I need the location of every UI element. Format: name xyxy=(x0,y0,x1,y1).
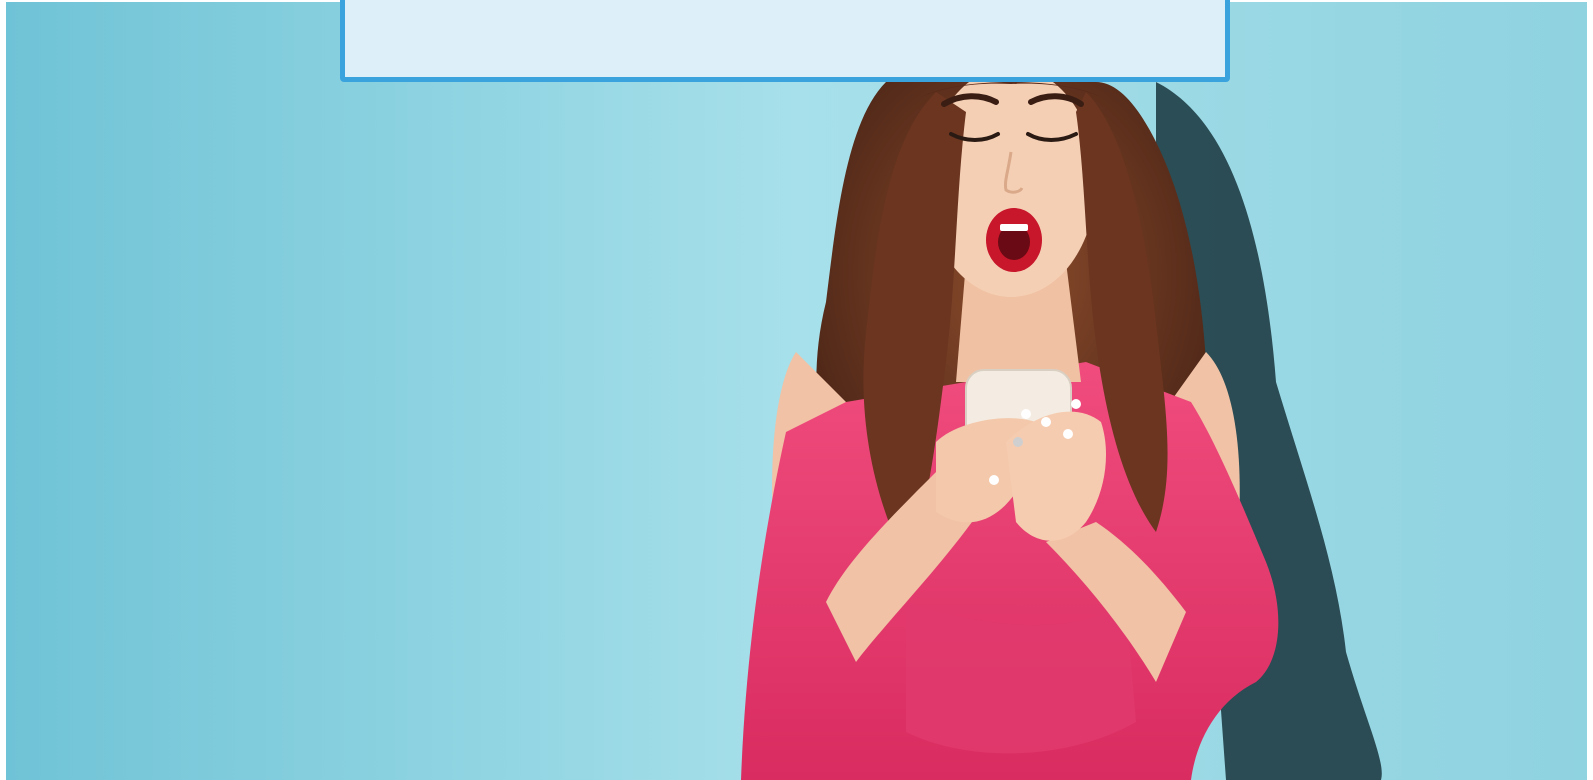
nail xyxy=(1041,417,1051,427)
teeth xyxy=(1000,224,1028,231)
nail xyxy=(1021,409,1031,419)
nail xyxy=(1013,437,1023,447)
woman-with-phone-photo xyxy=(6,2,1587,780)
nail xyxy=(1063,429,1073,439)
page xyxy=(0,0,1593,780)
nail xyxy=(1071,399,1081,409)
caption-box xyxy=(340,0,1230,82)
photo xyxy=(6,2,1587,780)
nail xyxy=(989,475,999,485)
